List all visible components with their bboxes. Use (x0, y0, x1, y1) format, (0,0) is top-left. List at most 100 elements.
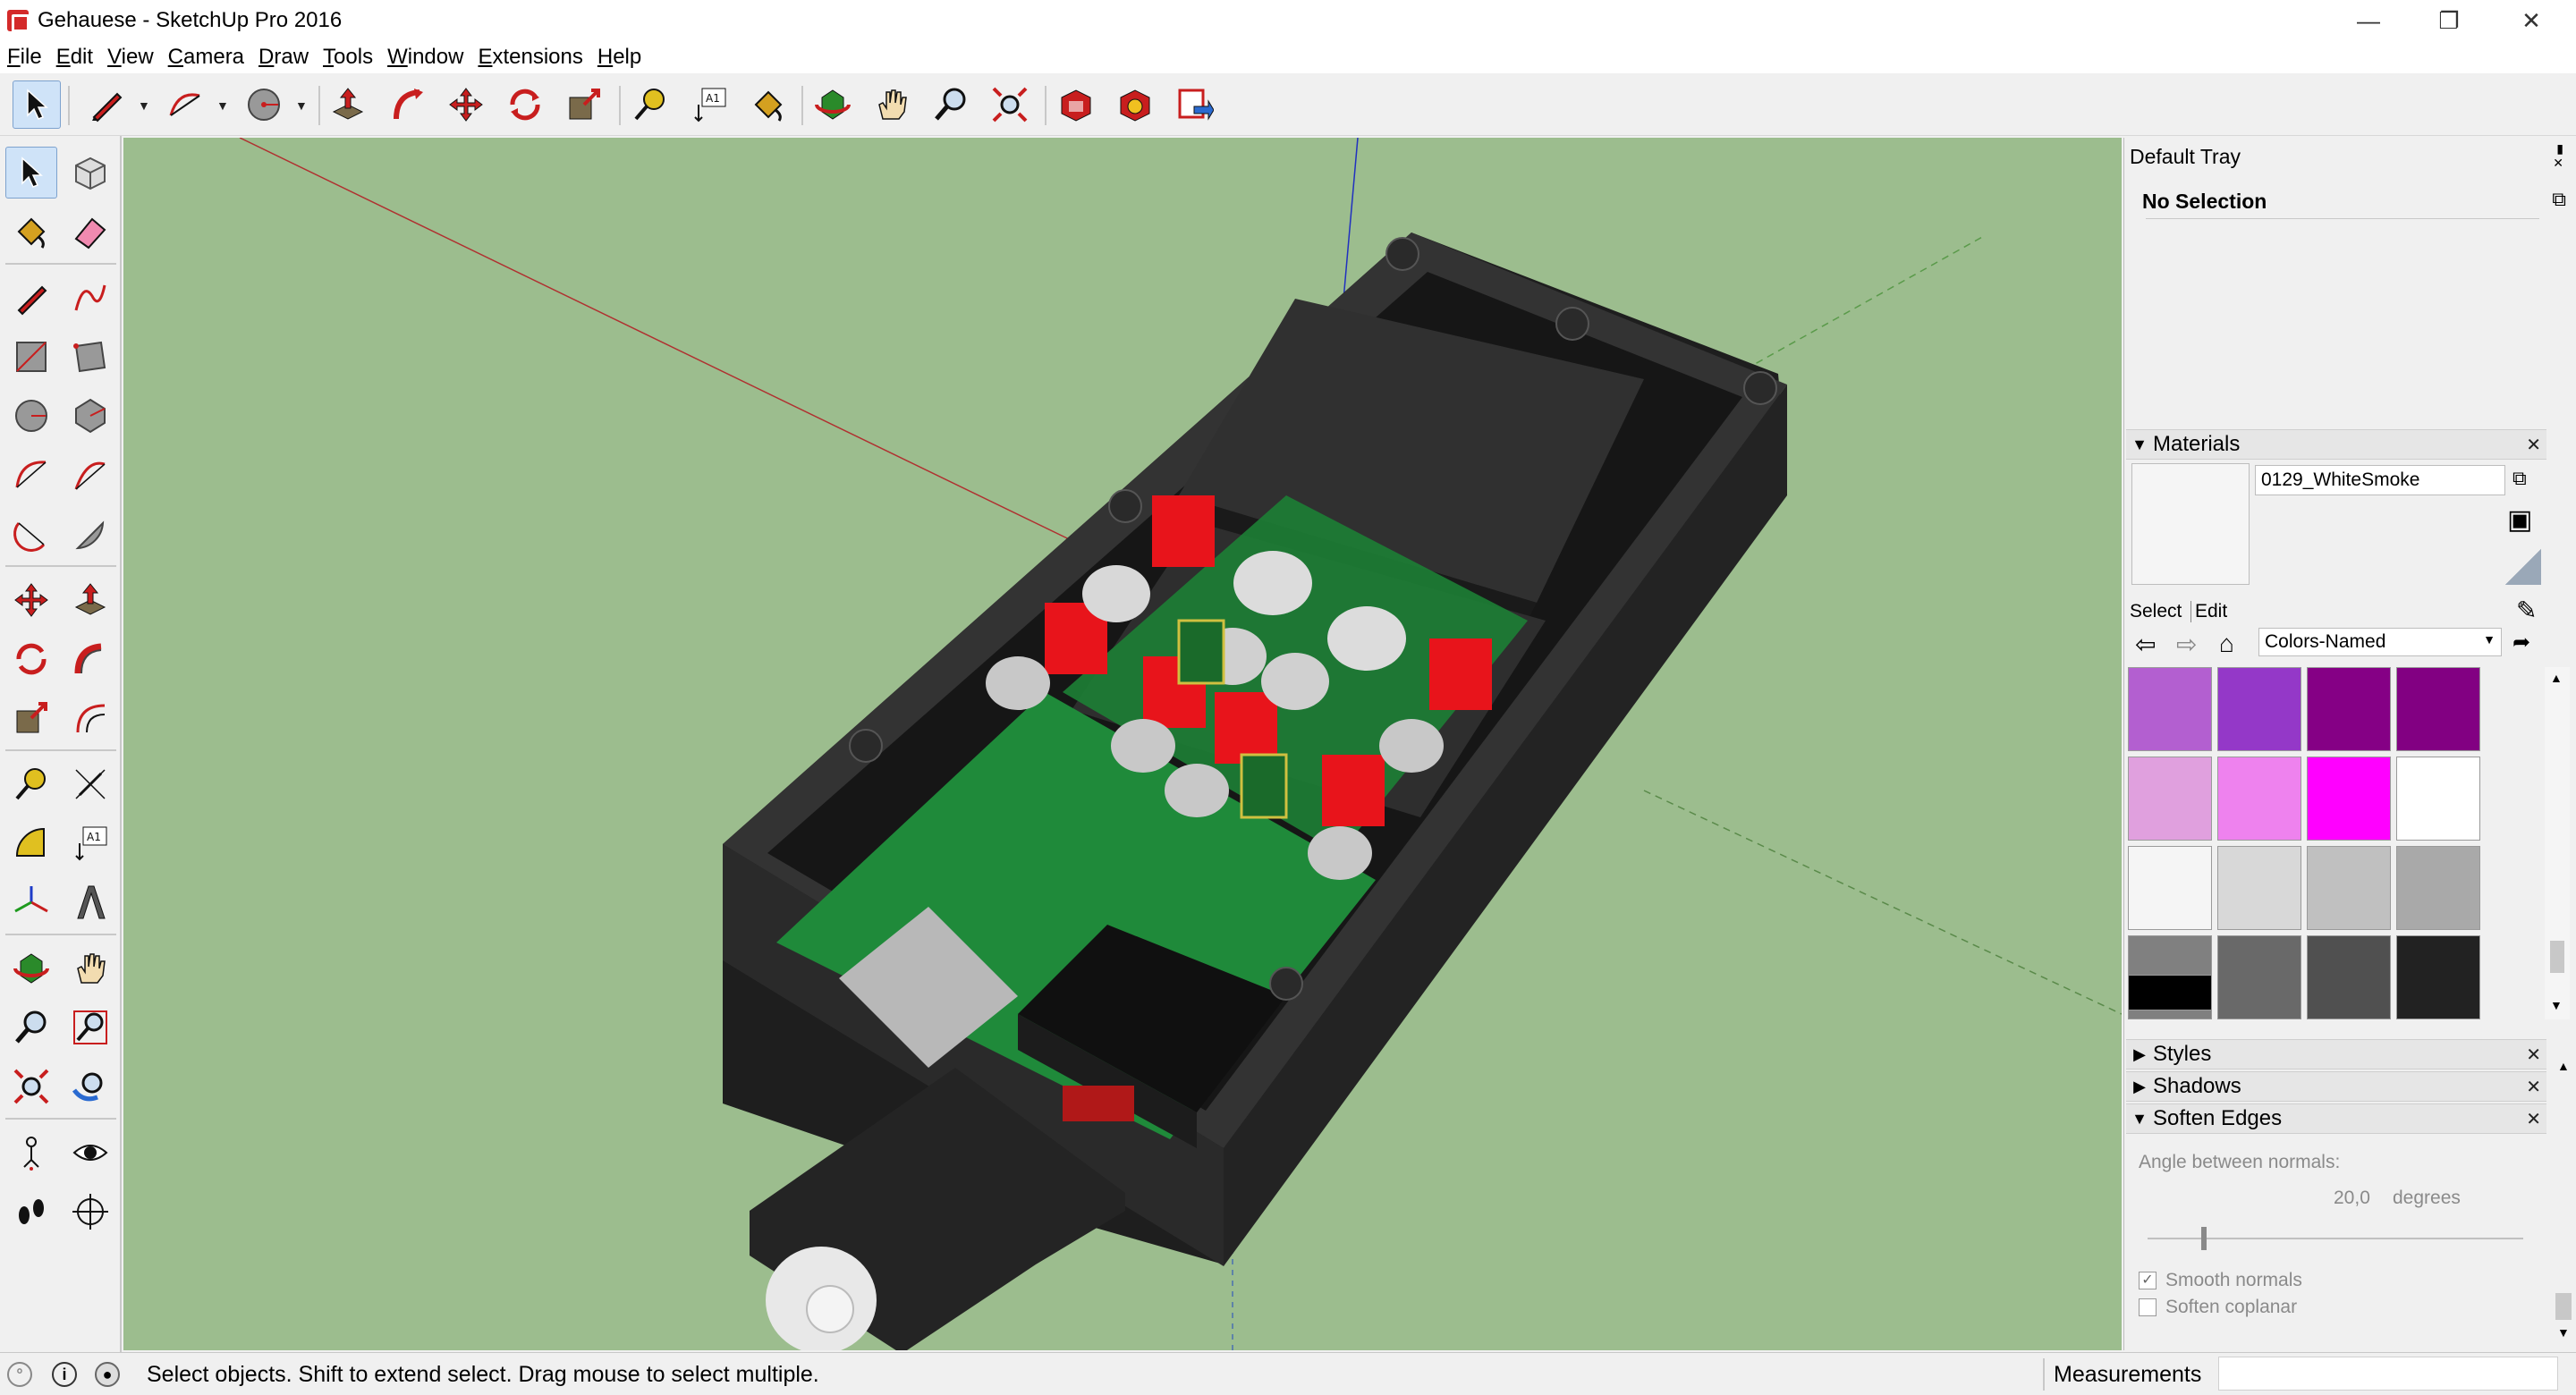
smooth-normals-checkbox[interactable]: ✓ (2139, 1272, 2157, 1289)
freehand-icon[interactable] (64, 272, 116, 324)
dimension-icon[interactable] (64, 758, 116, 810)
eraser-icon[interactable] (64, 206, 116, 258)
eyedropper-icon[interactable]: ✎ (2516, 596, 2537, 625)
material-swatch[interactable] (2307, 846, 2391, 930)
minimize-button[interactable]: — (2338, 0, 2399, 41)
material-swatch[interactable] (2217, 757, 2301, 841)
measurements-input[interactable] (2218, 1357, 2558, 1391)
tray-scroll-down-icon[interactable]: ▼ (2557, 1325, 2570, 1340)
menu-edit[interactable]: Edit (55, 45, 95, 70)
zoom-icon[interactable] (927, 80, 975, 129)
pan-icon[interactable] (868, 80, 916, 129)
library-select[interactable]: Colors-Named ▼ (2258, 628, 2502, 656)
offset-icon[interactable] (64, 692, 116, 744)
walk-icon[interactable] (5, 1186, 57, 1238)
two-point-arc-icon[interactable] (64, 449, 116, 501)
push-pull-icon[interactable] (324, 80, 372, 129)
tape-measure-icon[interactable] (626, 80, 674, 129)
menu-help[interactable]: Help (596, 45, 643, 70)
extension-warehouse-icon[interactable] (1111, 80, 1159, 129)
menu-tools[interactable]: Tools (321, 45, 375, 70)
scroll-down-icon[interactable]: ▼ (2550, 998, 2563, 1012)
menu-window[interactable]: Window (386, 45, 465, 70)
tray-scroll-up-icon[interactable]: ▲ (2557, 1059, 2570, 1073)
material-swatch[interactable] (2307, 667, 2391, 751)
push-pull-tool-icon[interactable] (64, 574, 116, 626)
polygon-icon[interactable] (64, 390, 116, 442)
sample-paint-icon[interactable] (2505, 549, 2541, 585)
axes-icon[interactable] (5, 876, 57, 928)
pencil-icon[interactable] (82, 80, 131, 129)
shadows-close-icon[interactable]: ✕ (2526, 1076, 2541, 1098)
section-plane-icon[interactable] (64, 1186, 116, 1238)
menu-file[interactable]: File (5, 45, 44, 70)
move-tool-icon[interactable] (5, 574, 57, 626)
3d-text-icon[interactable] (64, 876, 116, 928)
follow-me-icon[interactable] (383, 80, 431, 129)
info-icon[interactable]: i (52, 1362, 77, 1387)
tray-scrollbar[interactable]: ▲ ▼ (2552, 1059, 2575, 1345)
scale-tool-icon[interactable] (5, 692, 57, 744)
arc-icon[interactable] (161, 80, 209, 129)
angle-slider-thumb[interactable] (2201, 1227, 2207, 1250)
protractor-icon[interactable] (5, 817, 57, 869)
pie-icon[interactable] (64, 508, 116, 560)
material-swatch[interactable] (2396, 667, 2480, 751)
material-swatch[interactable] (2307, 757, 2391, 841)
material-swatch[interactable] (2396, 846, 2480, 930)
scroll-up-icon[interactable]: ▲ (2550, 671, 2563, 685)
swatch-scrollbar[interactable]: ▲ ▼ (2545, 667, 2570, 1019)
materials-close-icon[interactable]: ✕ (2526, 434, 2541, 456)
close-button[interactable]: ✕ (2501, 0, 2562, 41)
rotated-rectangle-icon[interactable] (64, 331, 116, 383)
line-tool-icon[interactable] (5, 272, 57, 324)
orbit-tool-icon[interactable] (5, 943, 57, 994)
styles-close-icon[interactable]: ✕ (2526, 1044, 2541, 1066)
position-camera-icon[interactable] (5, 1127, 57, 1179)
look-around-icon[interactable] (64, 1127, 116, 1179)
select-tool-icon[interactable] (5, 147, 57, 199)
material-swatch[interactable] (2396, 757, 2480, 841)
soften-coplanar-checkbox[interactable] (2139, 1298, 2157, 1316)
circle-icon[interactable] (240, 80, 288, 129)
pan-tool-icon[interactable] (64, 943, 116, 994)
paint-bucket-icon[interactable] (744, 80, 792, 129)
home-icon[interactable]: ⌂ (2219, 630, 2234, 658)
tab-edit[interactable]: Edit (2190, 601, 2227, 622)
orbit-icon[interactable] (809, 80, 857, 129)
material-swatch[interactable] (2217, 667, 2301, 751)
tray-pin-icon[interactable]: ▮ (2556, 141, 2563, 156)
rotate-icon[interactable] (501, 80, 549, 129)
tape-measure-tool-icon[interactable] (5, 758, 57, 810)
material-swatch[interactable] (2128, 667, 2212, 751)
layout-send-icon[interactable] (1170, 80, 1218, 129)
restore-button[interactable]: ❐ (2419, 0, 2479, 41)
menu-draw[interactable]: Draw (257, 45, 310, 70)
make-component-icon[interactable] (64, 147, 116, 199)
shadows-panel-header[interactable]: ▶ Shadows ✕ (2126, 1071, 2546, 1102)
forward-icon[interactable]: ⇨ (2176, 630, 2197, 659)
text-tool-icon[interactable]: A1 (64, 817, 116, 869)
move-icon[interactable] (442, 80, 490, 129)
material-swatch[interactable] (2396, 935, 2480, 1019)
user-account-icon[interactable]: ● (95, 1362, 120, 1387)
zoom-tool-icon[interactable] (5, 1002, 57, 1053)
rectangle-icon[interactable] (5, 331, 57, 383)
tray-close-icon[interactable]: ✕ (2553, 156, 2563, 171)
three-point-arc-icon[interactable] (5, 508, 57, 560)
material-swatch[interactable] (2217, 935, 2301, 1019)
zoom-extents-tool-icon[interactable] (5, 1061, 57, 1112)
materials-panel-header[interactable]: ▼ Materials ✕ (2126, 429, 2546, 460)
soften-edges-close-icon[interactable]: ✕ (2526, 1108, 2541, 1130)
menu-camera[interactable]: Camera (166, 45, 246, 70)
rotate-tool-icon[interactable] (5, 633, 57, 685)
entity-details-toggle-icon[interactable]: ⧉ (2552, 188, 2566, 211)
select-icon[interactable] (13, 80, 61, 129)
menu-extensions[interactable]: Extensions (476, 45, 584, 70)
material-details-icon[interactable]: ▣ (2507, 504, 2532, 536)
soften-edges-panel-header[interactable]: ▼ Soften Edges ✕ (2126, 1103, 2546, 1134)
previous-view-icon[interactable] (64, 1061, 116, 1112)
model-viewport[interactable] (123, 138, 2122, 1350)
scale-icon[interactable] (560, 80, 608, 129)
material-swatch[interactable] (2217, 846, 2301, 930)
